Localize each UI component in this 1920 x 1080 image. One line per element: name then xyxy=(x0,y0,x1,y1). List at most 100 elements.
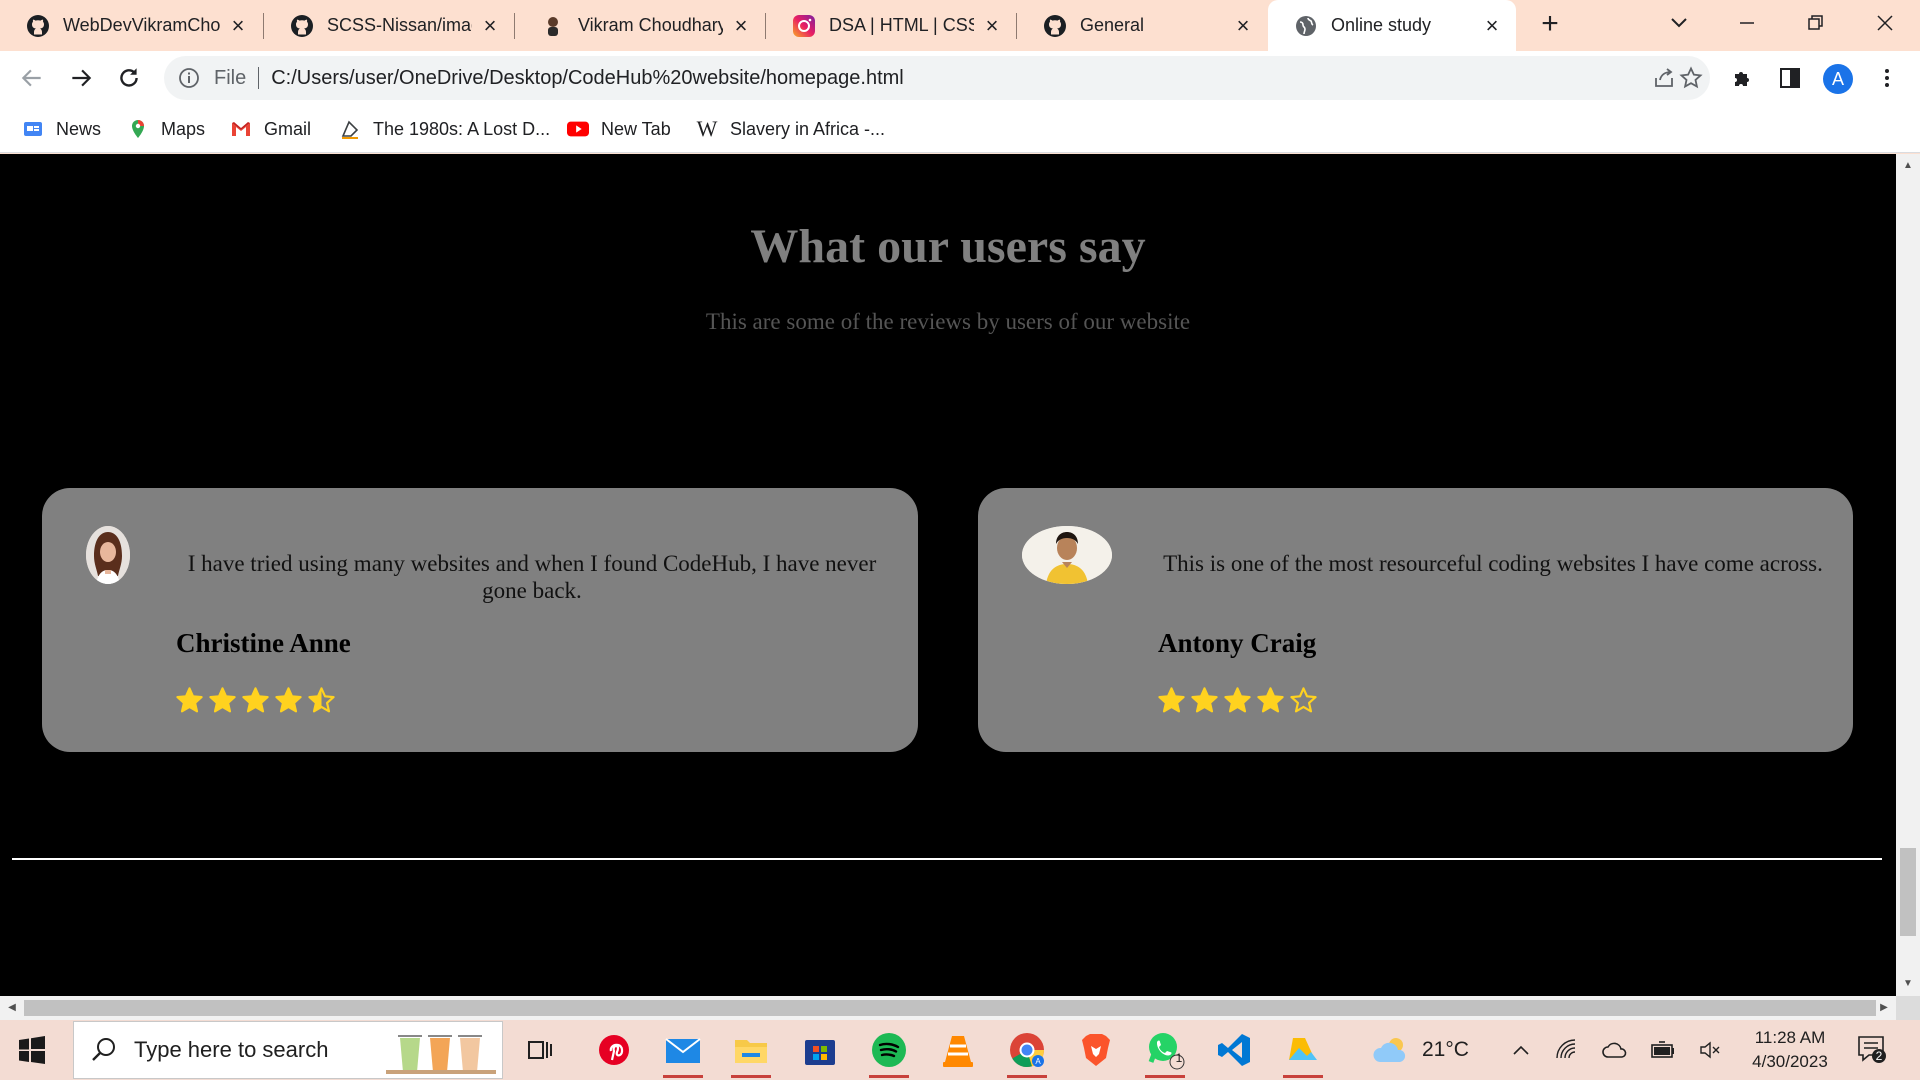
scroll-right-icon[interactable]: ▶ xyxy=(1878,1002,1890,1014)
profile-icon xyxy=(541,14,565,38)
speaker-muted-icon[interactable] xyxy=(1697,1037,1723,1063)
star-full-icon xyxy=(1191,687,1218,713)
network-icon[interactable] xyxy=(1553,1037,1579,1063)
more-menu-icon[interactable] xyxy=(1873,64,1901,92)
bookmark-1980s[interactable]: The 1980s: A Lost D... xyxy=(339,116,550,142)
running-indicator xyxy=(1007,1075,1047,1078)
file-explorer-icon[interactable] xyxy=(729,1028,773,1078)
site-info-icon[interactable] xyxy=(178,67,200,89)
whatsapp-icon[interactable]: 1 xyxy=(1143,1028,1187,1078)
tab-online-study[interactable]: Online study × xyxy=(1268,0,1516,51)
spotify-icon[interactable] xyxy=(867,1028,911,1078)
close-tab-icon[interactable]: × xyxy=(731,14,751,36)
running-indicator xyxy=(1145,1075,1185,1078)
tab-instagram-dsa[interactable]: DSA | HTML | CSS | × xyxy=(766,0,1016,51)
running-indicator xyxy=(1283,1075,1323,1078)
bookmark-new-tab[interactable]: New Tab xyxy=(567,116,671,142)
tab-github-webdev[interactable]: WebDevVikramCho × xyxy=(0,0,262,51)
star-full-icon xyxy=(209,687,236,713)
tab-github-general[interactable]: General × xyxy=(1017,0,1267,51)
tab-vikram-choudhary[interactable]: Vikram Choudhary × xyxy=(515,0,765,51)
close-tab-icon[interactable]: × xyxy=(1233,14,1253,36)
windows-taskbar: Type here to search A 1 21°C 11:28 AM 4/… xyxy=(0,1020,1920,1080)
side-panel-icon[interactable] xyxy=(1776,64,1804,92)
taskbar-search-input[interactable]: Type here to search xyxy=(73,1021,503,1079)
review-quote: I have tried using many websites and whe… xyxy=(187,551,877,603)
star-full-icon xyxy=(275,687,302,713)
back-arrow-icon[interactable] xyxy=(17,63,47,93)
address-divider xyxy=(258,67,260,89)
tab-title: General xyxy=(1080,15,1145,35)
pinterest-icon[interactable] xyxy=(592,1028,636,1072)
restore-icon[interactable] xyxy=(1801,10,1831,36)
close-tab-icon[interactable]: × xyxy=(480,14,500,36)
browser-toolbar: File C:/Users/user/OneDrive/Desktop/Code… xyxy=(0,51,1920,105)
vertical-scroll-thumb[interactable] xyxy=(1900,848,1916,936)
review-card: I have tried using many websites and whe… xyxy=(42,488,918,752)
reviews-subheading: This are some of the reviews by users of… xyxy=(705,309,1191,334)
cloudy-weather-icon xyxy=(1372,1034,1412,1066)
star-full-icon xyxy=(176,687,203,713)
reviewer-avatar xyxy=(86,526,130,584)
address-scheme-label: File xyxy=(214,66,247,89)
vlc-icon[interactable] xyxy=(936,1028,980,1072)
reload-icon[interactable] xyxy=(114,63,144,93)
tab-github-scss[interactable]: SCSS-Nissan/image × xyxy=(264,0,514,51)
vertical-scrollbar[interactable]: ▲ ▼ xyxy=(1896,154,1920,996)
reviews-heading: What our users say xyxy=(750,220,1146,273)
clock-date: 4/30/2023 xyxy=(1752,1052,1828,1071)
chrome-icon[interactable]: A xyxy=(1005,1028,1049,1078)
star-empty-icon xyxy=(1290,687,1317,713)
tab-title: DSA | HTML | CSS | xyxy=(829,15,974,35)
horizontal-divider xyxy=(12,858,1882,860)
bookmark-maps[interactable]: Maps xyxy=(127,116,205,142)
reviewer-avatar xyxy=(1022,526,1112,584)
github-icon xyxy=(26,14,50,38)
taskbar-search-placeholder: Type here to search xyxy=(134,1037,329,1062)
bookmark-gmail[interactable]: Gmail xyxy=(230,116,311,142)
bookmark-page-icon xyxy=(339,118,361,140)
close-tab-icon[interactable]: × xyxy=(982,14,1002,36)
scroll-up-icon[interactable]: ▲ xyxy=(1902,160,1914,172)
weather-temperature: 21°C xyxy=(1422,1038,1469,1061)
profile-avatar[interactable]: A xyxy=(1823,64,1853,94)
scroll-left-icon[interactable]: ◀ xyxy=(6,1002,18,1014)
tab-title: WebDevVikramCho xyxy=(63,15,220,35)
close-window-icon[interactable] xyxy=(1870,10,1900,36)
task-view-icon[interactable] xyxy=(518,1028,562,1072)
github-icon xyxy=(1043,14,1067,38)
vscode-icon[interactable] xyxy=(1212,1028,1256,1072)
photos-icon[interactable] xyxy=(1281,1028,1325,1078)
minimize-icon[interactable] xyxy=(1732,10,1762,36)
scroll-down-icon[interactable]: ▼ xyxy=(1902,978,1914,990)
address-url[interactable]: C:/Users/user/OneDrive/Desktop/CodeHub%2… xyxy=(271,67,904,90)
close-tab-icon[interactable]: × xyxy=(1482,14,1502,36)
bookmark-label: Maps xyxy=(161,118,206,139)
star-full-icon xyxy=(242,687,269,713)
new-tab-button[interactable]: + xyxy=(1535,9,1565,40)
bookmark-news[interactable]: News xyxy=(22,116,101,142)
show-hidden-icons-chevron-icon[interactable] xyxy=(1508,1037,1534,1063)
tab-title: Online study xyxy=(1331,15,1432,35)
microsoft-store-icon[interactable] xyxy=(798,1028,842,1072)
notification-center-icon[interactable]: 2 xyxy=(1856,1034,1886,1064)
tab-search-chevron-icon[interactable] xyxy=(1667,10,1691,34)
forward-arrow-icon[interactable] xyxy=(66,63,96,93)
system-clock[interactable]: 11:28 AM 4/30/2023 xyxy=(1740,1026,1840,1074)
bookmark-slavery-africa[interactable]: W Slavery in Africa -... xyxy=(696,116,885,142)
brave-icon[interactable] xyxy=(1074,1028,1118,1072)
battery-icon[interactable] xyxy=(1650,1037,1676,1063)
bookmark-label: Slavery in Africa -... xyxy=(730,118,886,139)
mail-icon[interactable] xyxy=(661,1028,705,1078)
review-quote: This is one of the most resourceful codi… xyxy=(1163,551,1823,576)
address-bar[interactable]: File C:/Users/user/OneDrive/Desktop/Code… xyxy=(164,56,1710,100)
horizontal-scrollbar[interactable]: ◀ ▶ xyxy=(0,996,1896,1020)
onedrive-cloud-icon[interactable] xyxy=(1602,1037,1628,1063)
windows-start-icon[interactable] xyxy=(18,1036,46,1064)
bookmark-star-icon[interactable] xyxy=(1678,65,1704,91)
extensions-puzzle-icon[interactable] xyxy=(1729,64,1757,92)
weather-widget[interactable]: 21°C xyxy=(1372,1034,1469,1066)
horizontal-scroll-thumb[interactable] xyxy=(24,1000,1876,1016)
close-tab-icon[interactable]: × xyxy=(228,14,248,36)
share-icon[interactable] xyxy=(1651,65,1677,91)
